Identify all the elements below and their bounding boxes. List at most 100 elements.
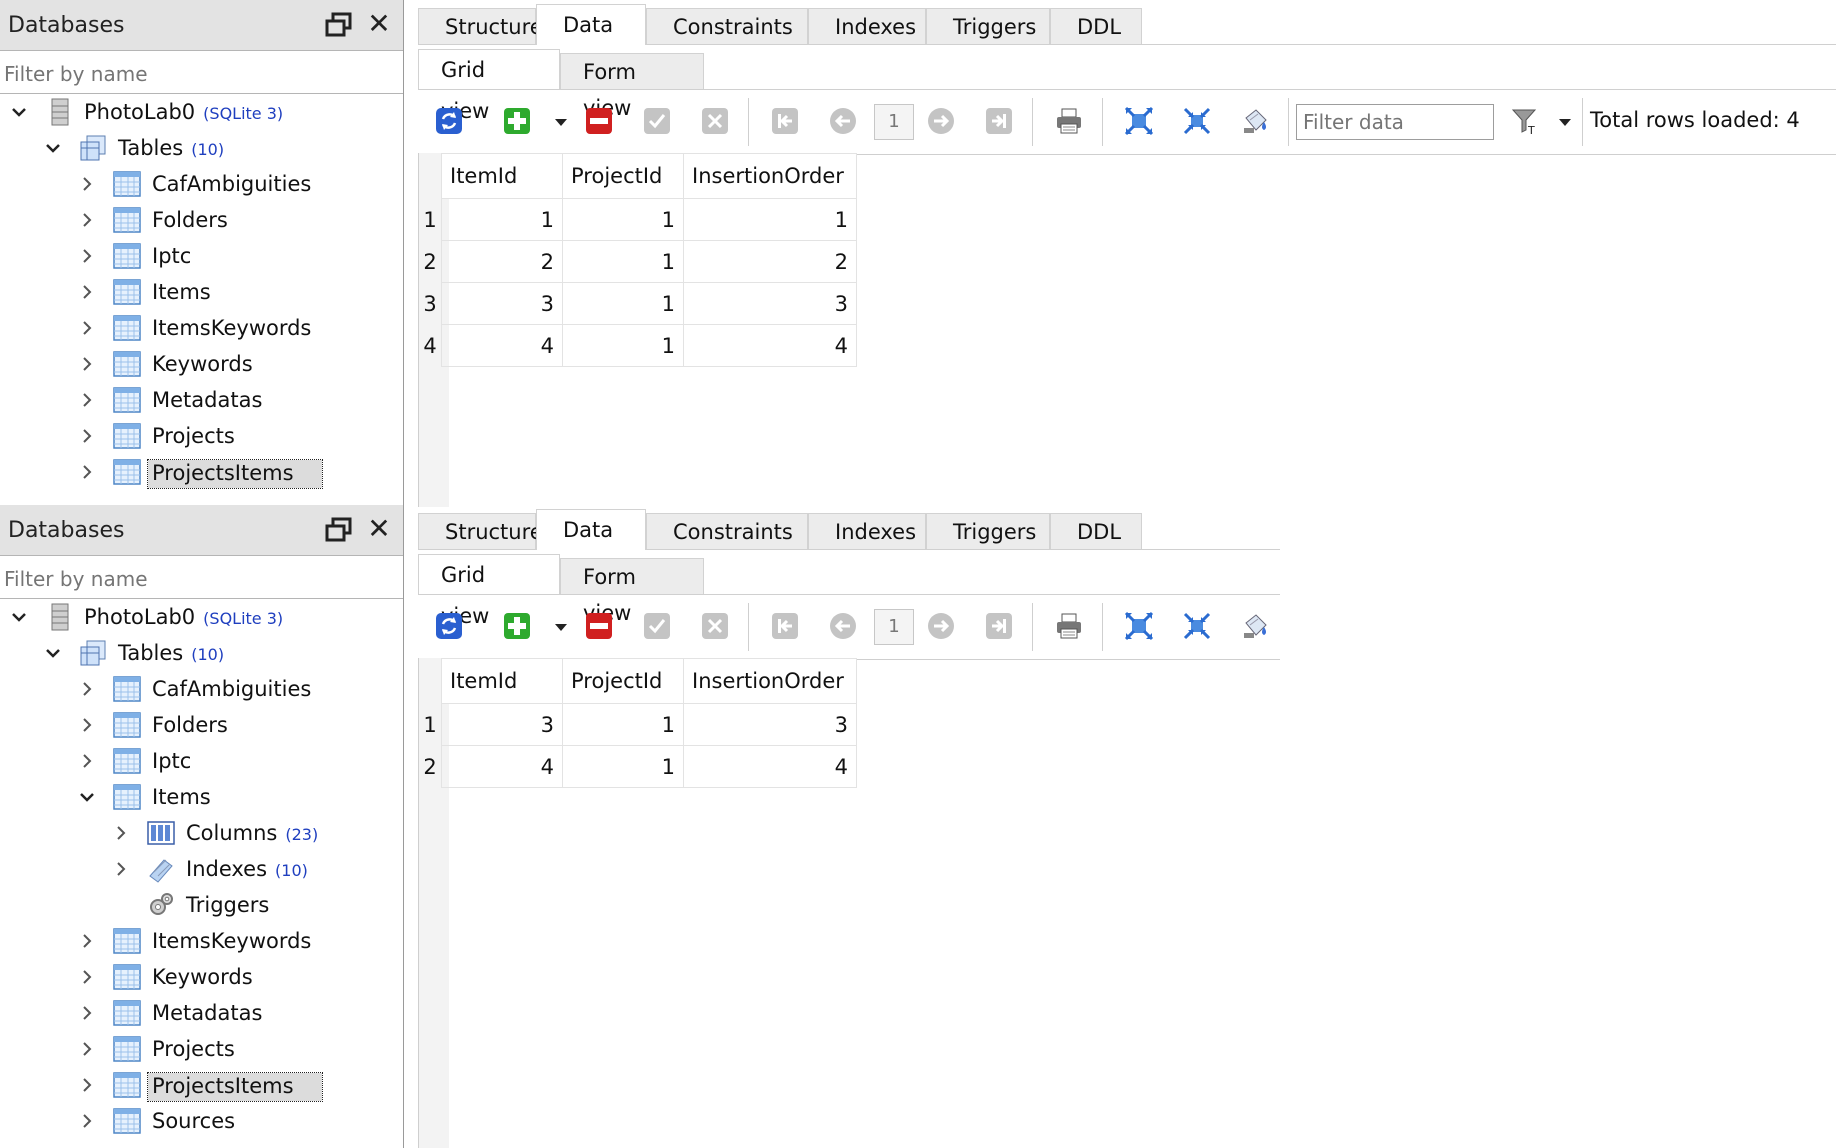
grid-cell[interactable]: 3 bbox=[683, 282, 857, 325]
tree-item-photolab0[interactable]: PhotoLab0 (SQLite 3) bbox=[0, 599, 403, 635]
table-row[interactable]: 1313 bbox=[419, 703, 857, 746]
chevron-right-icon[interactable] bbox=[78, 282, 96, 300]
column-header-projectid[interactable]: ProjectId bbox=[562, 658, 684, 704]
close-icon[interactable]: ✕ bbox=[365, 10, 393, 38]
tab-constraints[interactable]: Constraints bbox=[646, 513, 808, 549]
tree-item-cafambiguities[interactable]: CafAmbiguities bbox=[0, 166, 403, 202]
tree-item-keywords[interactable]: Keywords bbox=[0, 346, 403, 382]
chevron-right-icon[interactable] bbox=[78, 679, 96, 697]
row-number[interactable]: 1 bbox=[419, 703, 442, 746]
page-number[interactable]: 1 bbox=[874, 104, 914, 140]
add-row-icon[interactable] bbox=[502, 611, 532, 641]
last-page-icon[interactable] bbox=[984, 611, 1014, 641]
tab-data[interactable]: Data bbox=[536, 4, 646, 45]
chevron-right-icon[interactable] bbox=[78, 174, 96, 192]
chevron-down-icon[interactable] bbox=[10, 607, 28, 625]
first-page-icon[interactable] bbox=[770, 611, 800, 641]
column-header-itemid[interactable]: ItemId bbox=[441, 658, 563, 704]
rollback-icon[interactable] bbox=[700, 106, 730, 136]
column-header-insertionorder[interactable]: InsertionOrder bbox=[683, 153, 857, 199]
grid-cell[interactable]: 1 bbox=[562, 703, 684, 746]
grid-cell[interactable]: 1 bbox=[562, 240, 684, 283]
chevron-down-icon[interactable] bbox=[44, 138, 62, 156]
tab-ddl[interactable]: DDL bbox=[1050, 8, 1142, 44]
chevron-right-icon[interactable] bbox=[78, 318, 96, 336]
tab-triggers[interactable]: Triggers bbox=[926, 513, 1050, 549]
chevron-right-icon[interactable] bbox=[78, 390, 96, 408]
shrink-columns-icon[interactable] bbox=[1182, 611, 1212, 641]
expand-columns-icon[interactable] bbox=[1124, 106, 1154, 136]
page-number[interactable]: 1 bbox=[874, 609, 914, 645]
column-header-insertionorder[interactable]: InsertionOrder bbox=[683, 658, 857, 704]
grid-cell[interactable]: 1 bbox=[683, 198, 857, 241]
row-number[interactable]: 1 bbox=[419, 198, 442, 241]
grid-cell[interactable]: 4 bbox=[683, 745, 857, 788]
chevron-down-icon[interactable] bbox=[10, 102, 28, 120]
tab-indexes[interactable]: Indexes bbox=[808, 8, 926, 44]
tree-item-projectsitems[interactable]: ProjectsItems bbox=[0, 1067, 403, 1103]
tree-item-itemskeywords[interactable]: ItemsKeywords bbox=[0, 310, 403, 346]
restore-window-icon[interactable] bbox=[325, 12, 353, 38]
row-number[interactable]: 3 bbox=[419, 282, 442, 325]
tree-item-projectsitems[interactable]: ProjectsItems bbox=[0, 454, 403, 490]
table-row[interactable]: 1111 bbox=[419, 198, 857, 241]
tree-item-projects[interactable]: Projects bbox=[0, 1031, 403, 1067]
tree-item-items[interactable]: Items bbox=[0, 274, 403, 310]
table-row[interactable]: 2414 bbox=[419, 745, 857, 788]
chevron-right-icon[interactable] bbox=[78, 1003, 96, 1021]
column-header-projectid[interactable]: ProjectId bbox=[562, 153, 684, 199]
chevron-right-icon[interactable] bbox=[78, 967, 96, 985]
commit-icon[interactable] bbox=[642, 611, 672, 641]
chevron-right-icon[interactable] bbox=[112, 859, 130, 877]
tab-indexes[interactable]: Indexes bbox=[808, 513, 926, 549]
table-row[interactable]: 3313 bbox=[419, 282, 857, 325]
chevron-down-icon[interactable] bbox=[78, 787, 96, 805]
table-row[interactable]: 4414 bbox=[419, 324, 857, 367]
shrink-columns-icon[interactable] bbox=[1182, 106, 1212, 136]
filter-by-name-input[interactable] bbox=[0, 57, 398, 91]
grid-cell[interactable]: 2 bbox=[441, 240, 563, 283]
chevron-right-icon[interactable] bbox=[112, 823, 130, 841]
commit-icon[interactable] bbox=[642, 106, 672, 136]
tree-item-metadatas[interactable]: Metadatas bbox=[0, 382, 403, 418]
next-page-icon[interactable] bbox=[926, 611, 956, 641]
grid-cell[interactable]: 4 bbox=[683, 324, 857, 367]
dropdown-arrow-icon[interactable] bbox=[554, 619, 568, 633]
chevron-down-icon[interactable] bbox=[44, 643, 62, 661]
grid-cell[interactable]: 1 bbox=[562, 198, 684, 241]
rollback-icon[interactable] bbox=[700, 611, 730, 641]
grid-cell[interactable]: 3 bbox=[683, 703, 857, 746]
chevron-right-icon[interactable] bbox=[78, 751, 96, 769]
tree-item-items[interactable]: Items bbox=[0, 779, 403, 815]
grid-cell[interactable]: 2 bbox=[683, 240, 857, 283]
dropdown-arrow-icon[interactable] bbox=[554, 114, 568, 128]
last-page-icon[interactable] bbox=[984, 106, 1014, 136]
tree-item-keywords[interactable]: Keywords bbox=[0, 959, 403, 995]
tree-item-folders[interactable]: Folders bbox=[0, 202, 403, 238]
print-icon[interactable] bbox=[1054, 106, 1084, 136]
tree-item-indexes[interactable]: Indexes (10) bbox=[0, 851, 403, 887]
table-row[interactable]: 2212 bbox=[419, 240, 857, 283]
chevron-right-icon[interactable] bbox=[78, 246, 96, 264]
grid-cell[interactable]: 4 bbox=[441, 745, 563, 788]
grid-cell[interactable]: 1 bbox=[562, 282, 684, 325]
grid-cell[interactable]: 1 bbox=[562, 324, 684, 367]
delete-row-icon[interactable] bbox=[584, 611, 614, 641]
tab-data[interactable]: Data bbox=[536, 509, 646, 550]
grid-cell[interactable]: 1 bbox=[441, 198, 563, 241]
grid-cell[interactable]: 4 bbox=[441, 324, 563, 367]
delete-row-icon[interactable] bbox=[584, 106, 614, 136]
tree-item-folders[interactable]: Folders bbox=[0, 707, 403, 743]
column-header-itemid[interactable]: ItemId bbox=[441, 153, 563, 199]
tab-structure[interactable]: Structure bbox=[418, 513, 543, 549]
previous-page-icon[interactable] bbox=[828, 106, 858, 136]
tab-triggers[interactable]: Triggers bbox=[926, 8, 1050, 44]
tree-item-metadatas[interactable]: Metadatas bbox=[0, 995, 403, 1031]
tree-item-columns[interactable]: Columns (23) bbox=[0, 815, 403, 851]
format-cells-icon[interactable] bbox=[1240, 106, 1270, 136]
chevron-right-icon[interactable] bbox=[78, 1075, 96, 1093]
add-row-icon[interactable] bbox=[502, 106, 532, 136]
chevron-right-icon[interactable] bbox=[78, 1039, 96, 1057]
chevron-right-icon[interactable] bbox=[78, 210, 96, 228]
chevron-right-icon[interactable] bbox=[78, 715, 96, 733]
